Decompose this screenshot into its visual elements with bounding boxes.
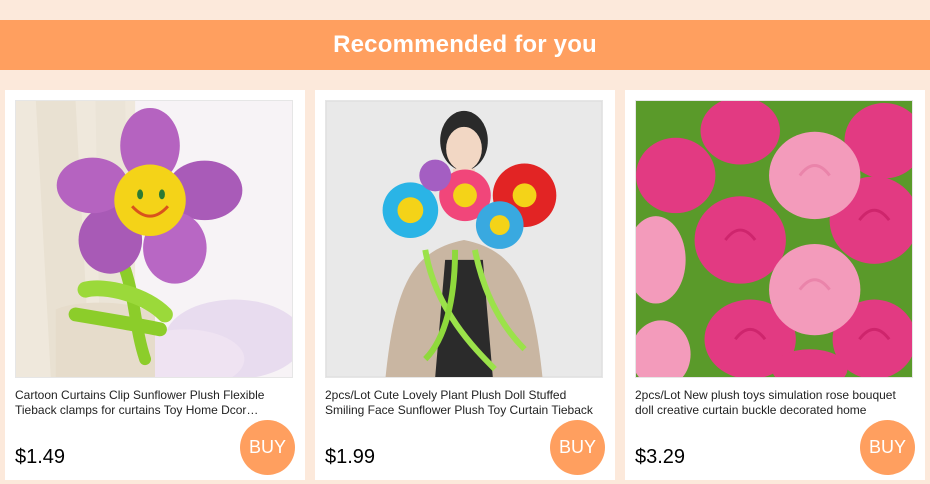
product-card[interactable]: Cartoon Curtains Clip Sunflower Plush Fl… xyxy=(5,90,305,480)
rose-bouquet-image xyxy=(636,101,912,377)
product-title[interactable]: 2pcs/Lot New plush toys simulation rose … xyxy=(635,388,915,418)
buy-button[interactable]: BUY xyxy=(240,420,295,475)
product-card[interactable]: 2pcs/Lot Cute Lovely Plant Plush Doll St… xyxy=(315,90,615,480)
product-title[interactable]: Cartoon Curtains Clip Sunflower Plush Fl… xyxy=(15,388,295,418)
sunflower-bouquet-image xyxy=(326,101,602,377)
recommendations-header: Recommended for you xyxy=(0,20,930,70)
product-image[interactable] xyxy=(325,100,603,378)
product-price: $1.49 xyxy=(15,446,66,468)
product-title[interactable]: 2pcs/Lot Cute Lovely Plant Plush Doll St… xyxy=(325,388,605,418)
buy-button[interactable]: BUY xyxy=(550,420,605,475)
product-image[interactable] xyxy=(635,100,913,378)
buy-button[interactable]: BUY xyxy=(860,420,915,475)
product-card[interactable]: 2pcs/Lot New plush toys simulation rose … xyxy=(625,90,925,480)
product-image[interactable] xyxy=(15,100,293,378)
sunflower-curtain-clip-image xyxy=(16,101,292,377)
section-title: Recommended for you xyxy=(333,31,597,58)
product-price: $3.29 xyxy=(635,446,686,468)
product-price: $1.99 xyxy=(325,446,376,468)
